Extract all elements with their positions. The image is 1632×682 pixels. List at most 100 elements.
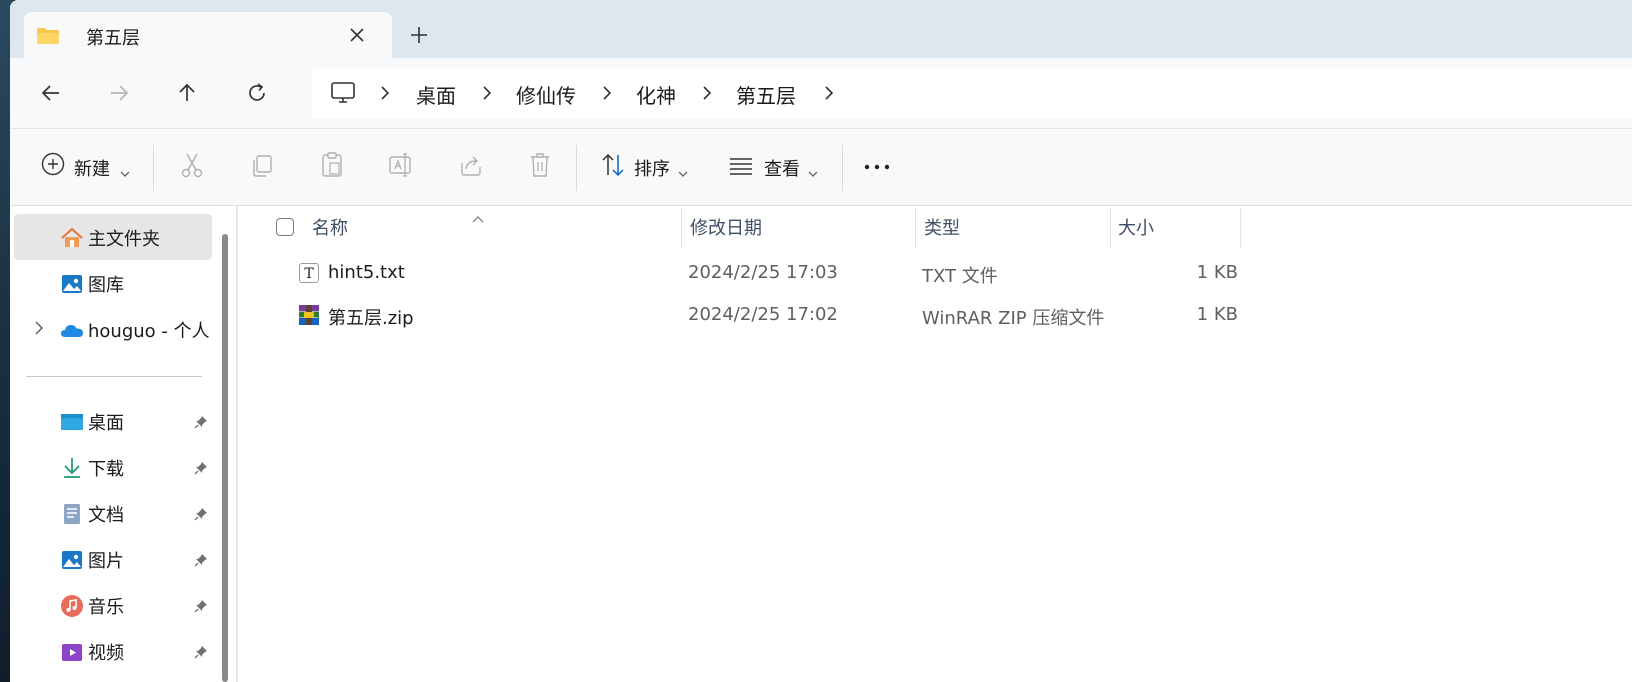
sidebar-item-desktop[interactable]: 桌面 bbox=[14, 398, 212, 444]
new-tab-plus-icon[interactable] bbox=[408, 24, 430, 46]
pin-icon[interactable] bbox=[194, 414, 208, 429]
sidebar-item-videos[interactable]: 视频 bbox=[14, 628, 212, 674]
file-size: 1 KB bbox=[1196, 304, 1238, 325]
sidebar-item-label: 文档 bbox=[88, 505, 124, 526]
sidebar-item-home[interactable]: 主文件夹 bbox=[14, 214, 212, 260]
sidebar-divider bbox=[26, 376, 202, 377]
chevron-right-icon[interactable] bbox=[600, 85, 614, 101]
column-divider[interactable] bbox=[681, 208, 682, 248]
tab-title: 第五层 bbox=[86, 28, 140, 49]
plus-circle-icon bbox=[40, 151, 66, 183]
file-row[interactable]: 第五层.zip 2024/2/25 17:02 WinRAR ZIP 压缩文件 … bbox=[278, 296, 1238, 336]
breadcrumb-desktop[interactable]: 桌面 bbox=[416, 80, 456, 109]
sidebar-item-label: 图片 bbox=[88, 551, 124, 572]
breadcrumb-fifth-layer[interactable]: 第五层 bbox=[736, 80, 796, 109]
view-list-icon bbox=[728, 151, 754, 183]
view-button-label: 查看 bbox=[764, 159, 800, 180]
column-header-date[interactable]: 修改日期 bbox=[690, 214, 762, 240]
sidebar-item-music[interactable]: 音乐 bbox=[14, 582, 212, 628]
pin-icon[interactable] bbox=[194, 598, 208, 613]
toolbar-divider bbox=[576, 145, 577, 191]
chevron-right-icon[interactable] bbox=[480, 85, 494, 101]
select-all-checkbox[interactable] bbox=[276, 218, 294, 236]
sidebar-item-label: 音乐 bbox=[88, 597, 124, 618]
close-icon[interactable] bbox=[346, 24, 368, 46]
sidebar-item-onedrive[interactable]: houguo - 个人 bbox=[14, 306, 212, 352]
svg-text:T: T bbox=[304, 266, 314, 282]
file-row[interactable]: T hint5.txt 2024/2/25 17:03 TXT 文件 1 KB bbox=[278, 254, 1238, 294]
new-button-label: 新建 bbox=[74, 159, 110, 180]
onedrive-cloud-icon bbox=[60, 318, 84, 342]
breadcrumb-huashen[interactable]: 化神 bbox=[636, 80, 676, 109]
pictures-icon bbox=[60, 548, 84, 572]
tab-fifth-layer[interactable]: 第五层 bbox=[24, 12, 392, 58]
winrar-archive-icon bbox=[298, 304, 320, 326]
refresh-icon[interactable] bbox=[244, 80, 270, 106]
sidebar-item-pictures[interactable]: 图片 bbox=[14, 536, 212, 582]
copy-icon[interactable] bbox=[250, 151, 274, 183]
sidebar-scrollbar[interactable] bbox=[220, 226, 232, 682]
file-list: 名称 修改日期 类型 大小 T hint5.txt 2024/2/25 17:0… bbox=[238, 206, 1632, 682]
toolbar-divider bbox=[842, 145, 843, 191]
rename-icon[interactable] bbox=[388, 151, 414, 183]
file-name: 第五层.zip bbox=[328, 308, 414, 329]
chevron-right-icon[interactable] bbox=[822, 85, 836, 101]
documents-icon bbox=[60, 502, 84, 526]
toolbar-divider bbox=[153, 145, 154, 191]
pin-icon[interactable] bbox=[194, 644, 208, 659]
chevron-down-icon bbox=[120, 163, 130, 195]
sidebar-item-label: 桌面 bbox=[88, 413, 124, 434]
navigation-pane: 主文件夹 图库 houguo - 个人 桌面 下载 文档 图片 音乐 视频 bbox=[10, 206, 236, 682]
tab-strip: 第五层 bbox=[10, 0, 1632, 58]
address-bar[interactable]: 桌面 修仙传 化神 第五层 bbox=[312, 68, 1632, 118]
cut-scissors-icon[interactable] bbox=[180, 151, 204, 183]
delete-trash-icon[interactable] bbox=[528, 151, 552, 183]
text-file-icon: T bbox=[298, 262, 320, 284]
gallery-icon bbox=[60, 272, 84, 296]
desktop-icon bbox=[60, 410, 84, 434]
chevron-right-icon[interactable] bbox=[32, 320, 46, 336]
file-date: 2024/2/25 17:02 bbox=[688, 304, 838, 325]
sidebar-item-documents[interactable]: 文档 bbox=[14, 490, 212, 536]
videos-icon bbox=[60, 640, 84, 664]
sidebar-item-downloads[interactable]: 下载 bbox=[14, 444, 212, 490]
download-icon bbox=[60, 456, 84, 480]
file-date: 2024/2/25 17:03 bbox=[688, 262, 838, 283]
sidebar-item-label: 下载 bbox=[88, 459, 124, 480]
this-pc-icon[interactable] bbox=[330, 81, 356, 109]
paste-clipboard-icon[interactable] bbox=[320, 151, 344, 183]
chevron-down-icon bbox=[808, 163, 818, 195]
pin-icon[interactable] bbox=[194, 552, 208, 567]
file-explorer-window: 第五层 桌面 修仙传 化神 第五层 新建 排序 查看 主文件夹 图库 hougu… bbox=[10, 0, 1632, 682]
pin-icon[interactable] bbox=[194, 460, 208, 475]
sidebar-item-label: houguo - 个人 bbox=[88, 321, 210, 342]
column-header-type[interactable]: 类型 bbox=[924, 214, 960, 240]
chevron-right-icon[interactable] bbox=[700, 85, 714, 101]
breadcrumb-xiuxianzhuan[interactable]: 修仙传 bbox=[516, 80, 576, 109]
column-header-size[interactable]: 大小 bbox=[1118, 214, 1154, 240]
sidebar-item-label: 主文件夹 bbox=[88, 229, 160, 250]
folder-icon bbox=[36, 27, 60, 49]
music-icon bbox=[60, 594, 84, 618]
forward-arrow-icon[interactable] bbox=[106, 80, 132, 106]
sort-button-label: 排序 bbox=[634, 159, 670, 180]
sort-ascending-icon bbox=[472, 208, 484, 223]
chevron-down-icon bbox=[678, 163, 688, 195]
home-icon bbox=[60, 226, 84, 250]
column-divider[interactable] bbox=[1240, 208, 1241, 248]
file-type: TXT 文件 bbox=[922, 266, 998, 287]
share-icon[interactable] bbox=[458, 151, 484, 183]
column-header-name[interactable]: 名称 bbox=[312, 214, 348, 240]
navigation-bar: 桌面 修仙传 化神 第五层 bbox=[10, 58, 1632, 128]
pin-icon[interactable] bbox=[194, 506, 208, 521]
sidebar-item-label: 图库 bbox=[88, 275, 124, 296]
chevron-right-icon[interactable] bbox=[378, 85, 392, 101]
column-divider[interactable] bbox=[1110, 208, 1111, 248]
sidebar-scrollbar-thumb[interactable] bbox=[222, 234, 228, 682]
back-arrow-icon[interactable] bbox=[38, 80, 64, 106]
sidebar-item-gallery[interactable]: 图库 bbox=[14, 260, 212, 306]
up-arrow-icon[interactable] bbox=[174, 80, 200, 106]
more-options-ellipsis-icon[interactable] bbox=[862, 151, 892, 183]
file-name: hint5.txt bbox=[328, 262, 405, 283]
column-divider[interactable] bbox=[915, 208, 916, 248]
